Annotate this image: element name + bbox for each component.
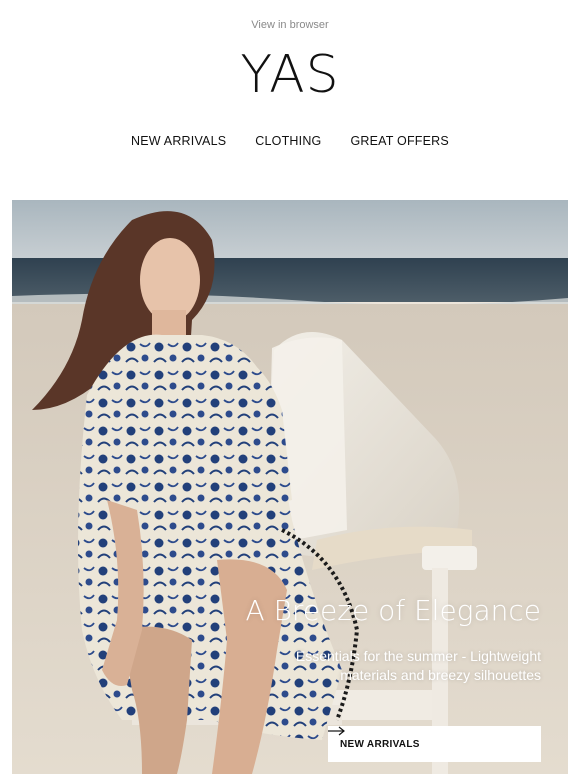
nav-new-arrivals[interactable]: NEW ARRIVALS	[131, 134, 226, 148]
hero-image	[12, 200, 568, 774]
hero-banner[interactable]: A Breeze of Elegance Essentials for the …	[12, 200, 568, 774]
nav-great-offers[interactable]: GREAT OFFERS	[350, 134, 448, 148]
nav-clothing[interactable]: CLOTHING	[255, 134, 321, 148]
main-nav: NEW ARRIVALS CLOTHING GREAT OFFERS	[0, 134, 580, 148]
new-arrivals-button[interactable]: NEW ARRIVALS	[328, 726, 541, 762]
brand-logo[interactable]: YAS	[0, 44, 580, 106]
cta-label: NEW ARRIVALS	[340, 738, 420, 750]
view-in-browser-link[interactable]: View in browser	[0, 19, 580, 31]
arrow-right-icon	[328, 726, 345, 736]
hero-title: A Breeze of Elegance	[245, 594, 541, 627]
hero-subtitle: Essentials for the summer - Lightweight …	[295, 648, 541, 683]
